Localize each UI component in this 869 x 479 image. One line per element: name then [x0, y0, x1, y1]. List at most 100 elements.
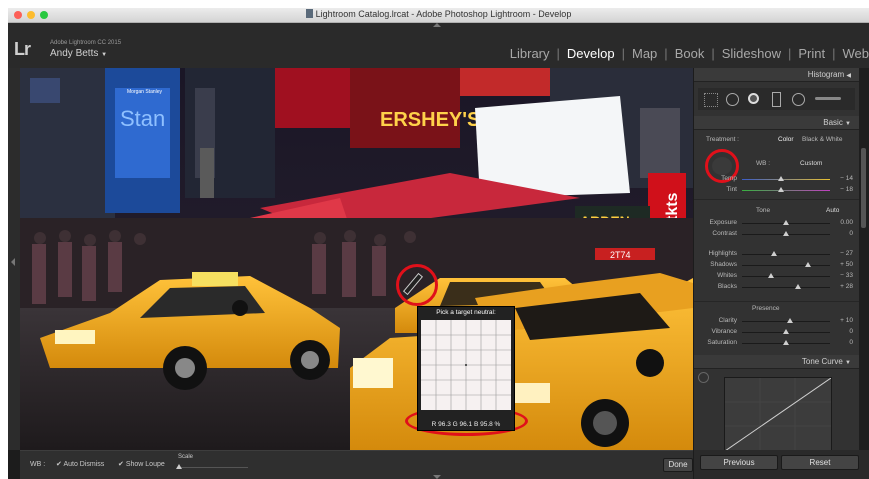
slider-knob-vibrance[interactable] [783, 329, 789, 334]
slider-row-saturation[interactable]: Saturation 0 [698, 339, 855, 347]
module-develop[interactable]: Develop [567, 46, 615, 61]
module-print[interactable]: Print [798, 46, 825, 61]
slider-value-blacks[interactable]: + 28 [840, 283, 853, 290]
module-book[interactable]: Book [675, 46, 705, 61]
photo-canvas[interactable]: Stan Morgan Stanley ERSHEY'S tkts ARDEN [20, 68, 693, 450]
tint-slider-knob[interactable] [778, 187, 784, 192]
reset-button[interactable]: Reset [781, 455, 859, 470]
tone-curve-header[interactable]: Tone Curve ▼ [694, 355, 859, 369]
slider-value-contrast[interactable]: 0 [849, 230, 853, 237]
targeted-adjustment-icon[interactable] [698, 372, 709, 383]
slider-track-vibrance[interactable] [742, 329, 830, 334]
slider-knob-contrast[interactable] [783, 231, 789, 236]
slider-row-whites[interactable]: Whites − 33 [698, 272, 855, 280]
slider-row-contrast[interactable]: Contrast 0 [698, 230, 855, 238]
slider-track-saturation[interactable] [742, 340, 830, 345]
temp-slider-knob[interactable] [778, 176, 784, 181]
version-label: Adobe Lightroom CC 2015 [50, 40, 122, 46]
collapse-filmstrip-icon[interactable] [433, 475, 441, 479]
slider-track-blacks[interactable] [742, 284, 830, 289]
wb-selector-icon[interactable] [712, 157, 732, 175]
slider-value-clarity[interactable]: + 10 [840, 317, 853, 324]
slider-value-highlights[interactable]: − 27 [840, 250, 853, 257]
expand-left-panel-icon[interactable] [11, 258, 15, 266]
graduated-filter-icon[interactable] [772, 92, 781, 107]
spot-removal-icon[interactable] [726, 93, 739, 106]
module-map[interactable]: Map [632, 46, 657, 61]
tint-label: Tint [726, 186, 737, 193]
wb-preset-dropdown[interactable]: Custom [800, 160, 822, 167]
show-loupe-checkbox[interactable]: ✔ Show Loupe [118, 460, 165, 468]
slider-label-saturation: Saturation [707, 339, 737, 346]
slider-knob-exposure[interactable] [783, 220, 789, 225]
user-menu[interactable]: Andy Betts ▼ [50, 48, 107, 59]
slider-knob-highlights[interactable] [770, 251, 777, 256]
slider-label-blacks: Blacks [717, 283, 737, 290]
tone-curve-graph[interactable] [724, 377, 832, 450]
right-panel-scroll-thumb[interactable] [861, 148, 866, 228]
slider-track-shadows[interactable] [742, 262, 830, 267]
collapse-triangle-icon: ◀ [846, 73, 851, 79]
slider-knob-clarity[interactable] [787, 318, 794, 323]
slider-track-clarity[interactable] [742, 318, 830, 323]
slider-value-exposure[interactable]: 0.00 [840, 219, 853, 226]
tint-value[interactable]: − 18 [840, 186, 853, 193]
collapse-top-panel-icon[interactable] [433, 23, 441, 27]
histogram-header[interactable]: Histogram ◀ [694, 68, 859, 82]
scale-slider[interactable] [176, 464, 248, 469]
module-picker: Library | Develop | Map | Book | Slideshow | Print… [509, 46, 869, 61]
slider-track-whites[interactable] [742, 273, 830, 278]
expand-triangle-icon: ▼ [845, 121, 851, 127]
module-slideshow[interactable]: Slideshow [722, 46, 781, 61]
slider-knob-blacks[interactable] [795, 284, 802, 289]
left-panel-collapsed[interactable] [8, 68, 20, 450]
taxi-number-sign: 2T74 [610, 250, 631, 260]
slider-track-exposure[interactable] [742, 220, 830, 225]
slider-row-clarity[interactable]: Clarity + 10 [698, 317, 855, 325]
treatment-color-option[interactable]: Color [778, 136, 794, 143]
slider-label-clarity: Clarity [718, 317, 737, 324]
auto-dismiss-checkbox[interactable]: ✔ Auto Dismiss [56, 460, 104, 468]
module-library[interactable]: Library [510, 46, 550, 61]
radial-filter-icon[interactable] [792, 93, 805, 106]
tone-auto-button[interactable]: Auto [826, 207, 839, 214]
tkts-sign: tkts [664, 192, 681, 221]
slider-value-whites[interactable]: − 33 [840, 272, 853, 279]
slider-knob-whites[interactable] [768, 273, 775, 278]
temp-slider-track[interactable] [742, 176, 830, 181]
adjustment-brush-icon[interactable] [815, 97, 841, 100]
done-button[interactable]: Done [663, 458, 693, 472]
slider-row-exposure[interactable]: Exposure 0.00 [698, 219, 855, 227]
tint-slider-row[interactable]: Tint − 18 [698, 186, 855, 194]
basic-header[interactable]: Basic ▼ [694, 116, 859, 130]
loupe-pixel-grid [421, 320, 511, 410]
slider-knob-shadows[interactable] [805, 262, 811, 267]
temp-value[interactable]: − 14 [840, 175, 853, 182]
slider-row-shadows[interactable]: Shadows + 50 [698, 261, 855, 269]
target-neutral-loupe: Pick a target neutral: R 96.3 G 96.1 B 9… [417, 306, 515, 431]
slider-value-shadows[interactable]: + 50 [840, 261, 853, 268]
slider-value-vibrance[interactable]: 0 [849, 328, 853, 335]
treatment-bw-option[interactable]: Black & White [802, 136, 842, 143]
slider-track-highlights[interactable] [742, 251, 830, 256]
treatment-row: Treatment : Color Black & White [698, 135, 855, 145]
module-web[interactable]: Web [843, 46, 869, 61]
slider-row-highlights[interactable]: Highlights − 27 [698, 250, 855, 258]
red-eye-icon[interactable] [748, 93, 759, 104]
scale-slider-knob[interactable] [176, 464, 182, 469]
eyedropper-highlight-ring [396, 264, 438, 306]
right-panel-scrollbar[interactable] [859, 68, 869, 450]
temp-slider-row[interactable]: Temp − 14 [698, 175, 855, 183]
crop-overlay-icon[interactable] [704, 93, 718, 107]
slider-value-saturation[interactable]: 0 [849, 339, 853, 346]
times-square-photo: Stan Morgan Stanley ERSHEY'S tkts ARDEN [20, 68, 693, 450]
slider-knob-saturation[interactable] [783, 340, 789, 345]
develop-toolbar: WB : ✔ Auto Dismiss ✔ Show Loupe Scale D… [20, 450, 693, 479]
tint-slider-track[interactable] [742, 187, 830, 192]
previous-button[interactable]: Previous [700, 455, 778, 470]
slider-row-blacks[interactable]: Blacks + 28 [698, 283, 855, 291]
slider-track-contrast[interactable] [742, 231, 830, 236]
lightroom-window: Lightroom Catalog.lrcat - Adobe Photosho… [8, 8, 869, 479]
slider-row-vibrance[interactable]: Vibrance 0 [698, 328, 855, 336]
right-panel-footer: Previous Reset [694, 450, 869, 479]
